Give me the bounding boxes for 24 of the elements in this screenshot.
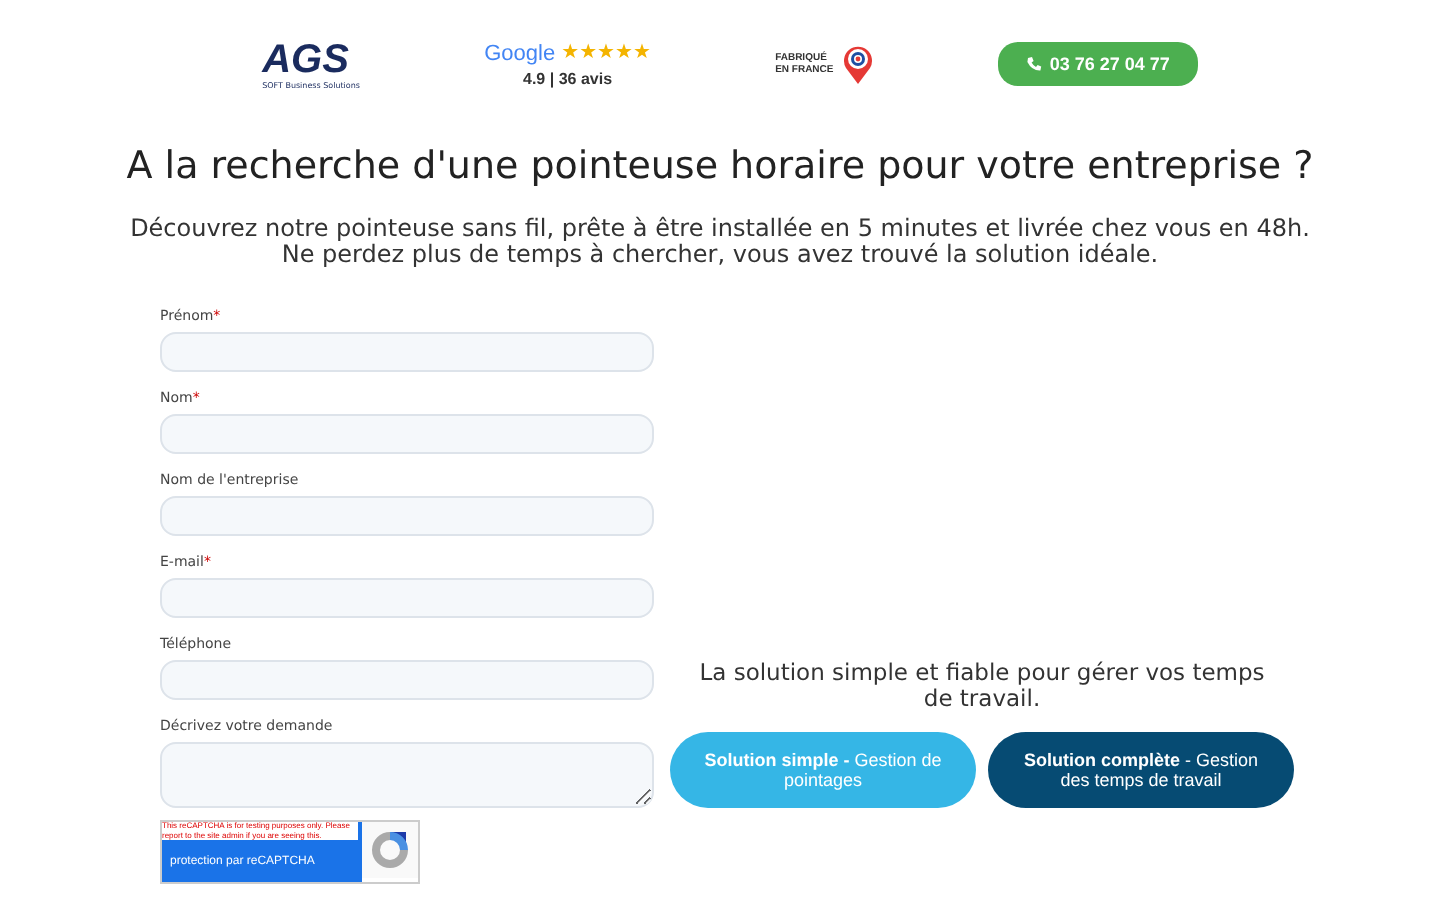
solution-text: La solution simple et fiable pour gérer vos temps de travail.	[697, 660, 1267, 712]
star-icon: ★	[597, 43, 615, 63]
text-area[interactable]	[160, 742, 654, 808]
solution-button[interactable]: Solution simple - Gestion de pointages	[670, 732, 976, 808]
google-text: Google	[484, 41, 556, 65]
phone-icon	[1025, 56, 1042, 72]
star-icon: ★	[579, 43, 598, 63]
input-field[interactable]	[160, 332, 654, 372]
recaptcha-icon	[362, 822, 418, 878]
subtitle-text: Ne perdez plus de temps à chercher, vous avez trouvé la solution idéale.	[279, 242, 1161, 268]
input-field[interactable]	[160, 578, 654, 618]
page-heading: A la recherche d'une pointeuse horaire pour votre entreprise ?	[124, 144, 1316, 188]
star-icon: ★	[561, 43, 580, 63]
subtitle-text: Découvrez notre pointeuse sans fil, prête à être installée en 5 minutes et livrée chez vous en 48h.	[128, 216, 1312, 242]
solution-button[interactable]: Solution complète - Gestion des temps de travail	[988, 732, 1294, 808]
input-field[interactable]	[160, 660, 654, 700]
phone-button[interactable]: 03 76 27 04 77	[997, 42, 1198, 86]
location-pin-icon	[841, 44, 874, 84]
star-icon: ★	[615, 43, 633, 63]
input-field[interactable]	[160, 496, 654, 536]
logo-text: AGS	[262, 39, 349, 79]
input-field[interactable]	[160, 414, 654, 454]
rating-text: 4.9 | 36 avis	[523, 69, 613, 87]
star-icon: ★	[632, 43, 651, 63]
